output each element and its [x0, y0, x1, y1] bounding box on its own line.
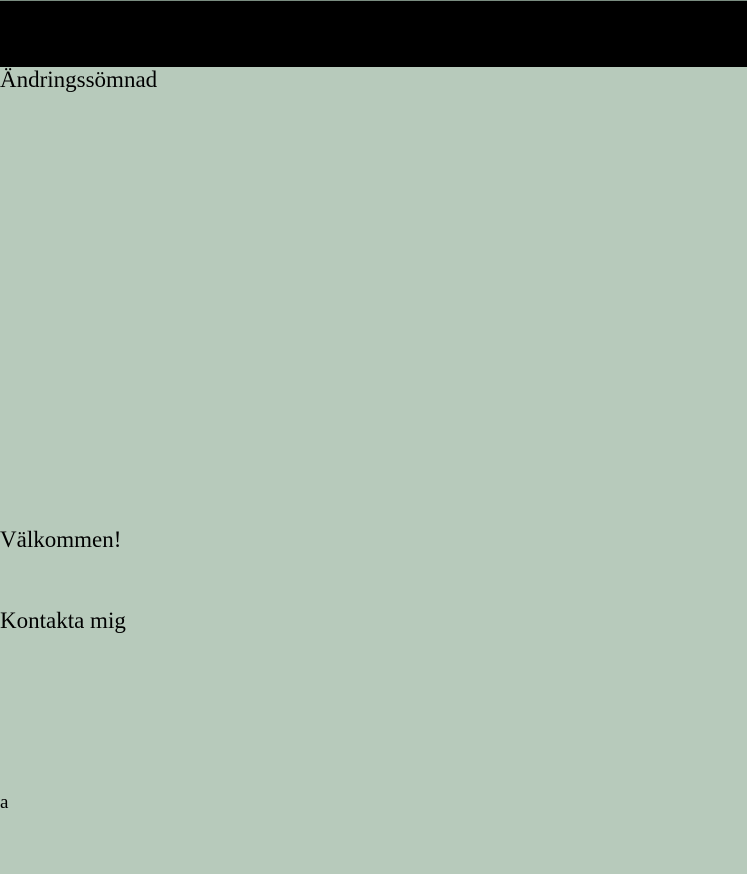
footer-text: a — [0, 792, 9, 813]
contact-link[interactable]: Kontakta mig — [0, 609, 126, 632]
top-bar — [0, 0, 747, 67]
welcome-heading: Välkommen! — [0, 527, 122, 552]
site-title: Ändringssömnad — [0, 67, 158, 92]
